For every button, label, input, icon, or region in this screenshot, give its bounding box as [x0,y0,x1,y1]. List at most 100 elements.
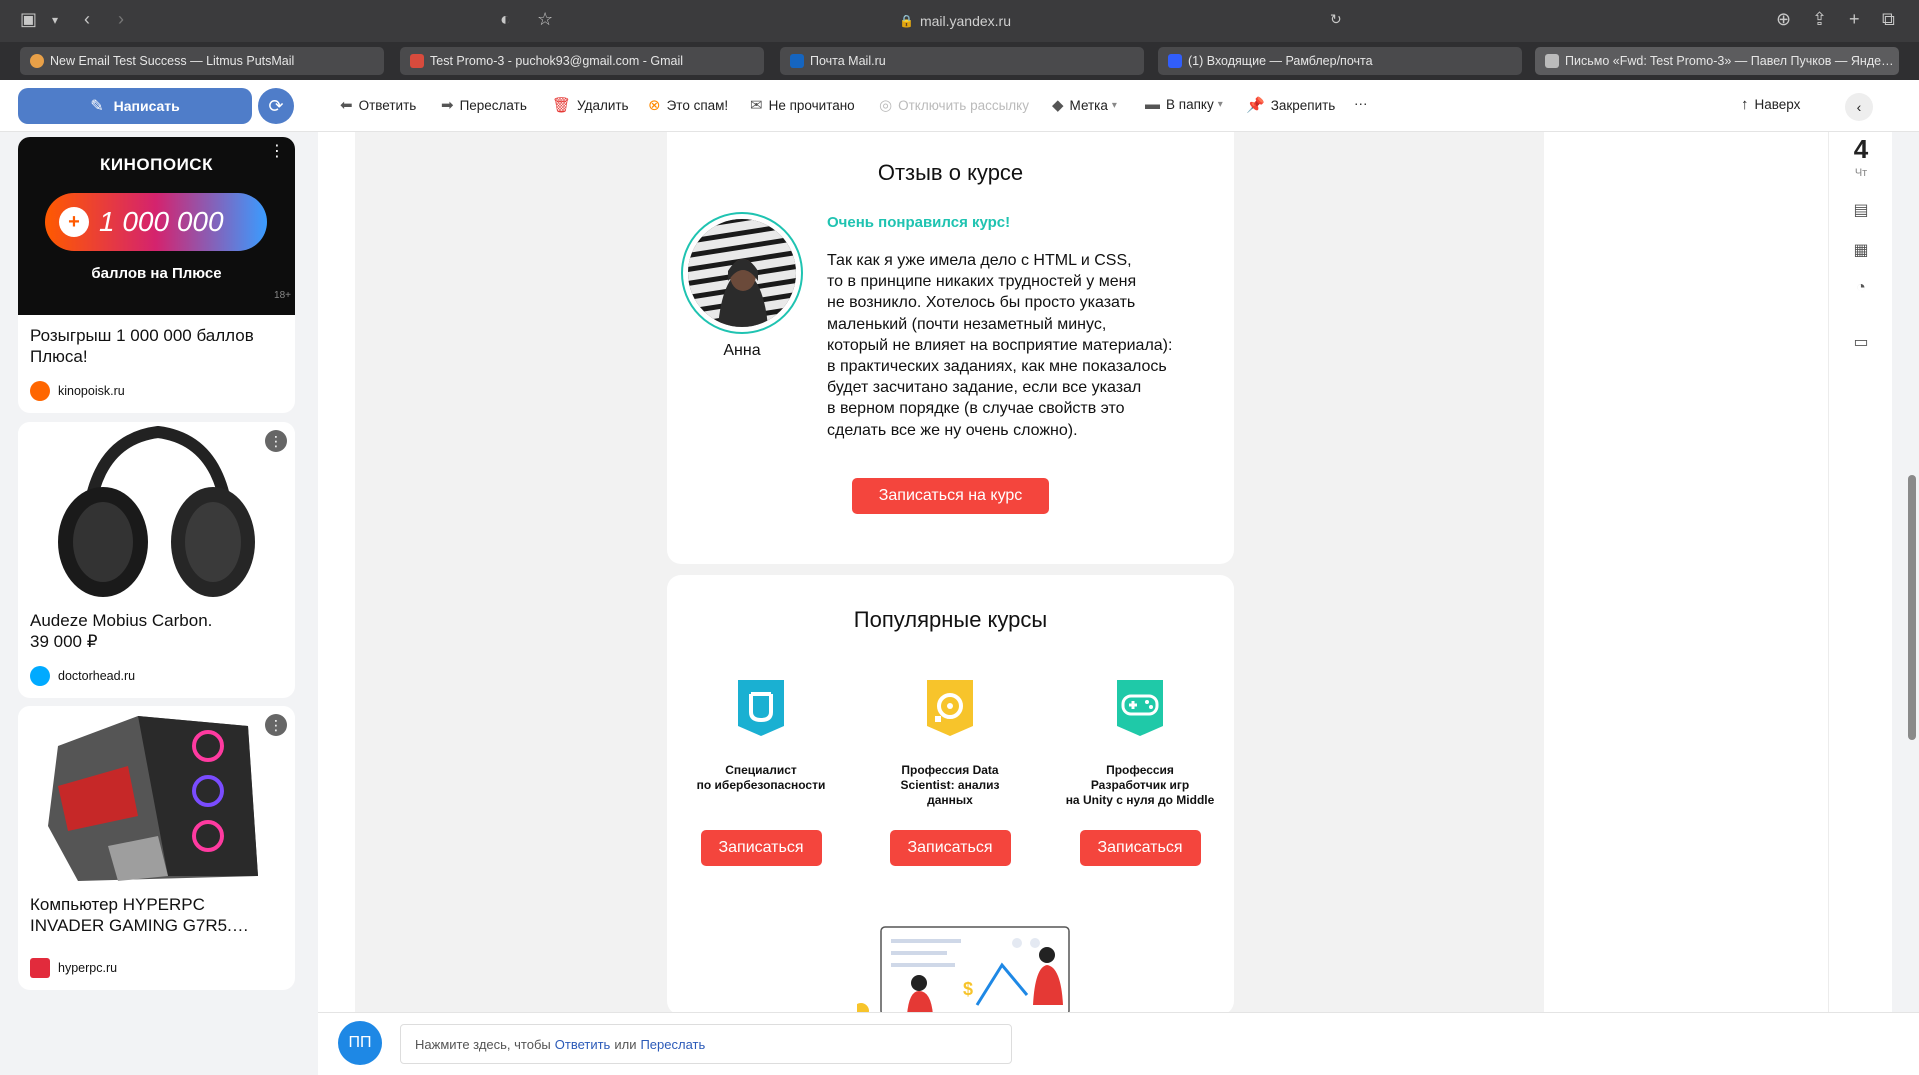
collapse-rail-button[interactable]: ‹ [1845,93,1873,121]
tab-litmus[interactable]: New Email Test Success — Litmus PutsMail [20,47,384,75]
shield-icon [738,680,784,736]
refresh-button[interactable]: ⟳ [258,88,294,124]
compose-button[interactable]: ✎ Написать [18,88,252,124]
reply-label: Ответить [358,97,417,113]
delete-button[interactable]: 🗑 Удалить [552,96,629,114]
reply-prefix: Нажмите здесь, чтобы [415,1036,551,1052]
ad-source[interactable]: doctorhead.ru [30,666,135,686]
ad-title[interactable]: Audeze Mobius Carbon. 39 000 ₽ [18,600,295,652]
folder-icon: ▬ [1145,96,1160,113]
review-card: Отзыв о курсе Анна Очень понравился курс… [667,132,1234,564]
spam-button[interactable]: ⊗ Это спам! [648,96,728,114]
ad-card[interactable]: ⋮ Компьютер HYPERPC INVADER GAMING G7R5.… [18,706,295,990]
popular-courses-card: Популярные курсы Специалист по ибербезоп… [667,575,1234,1015]
forward-link[interactable]: Переслать [640,1037,705,1052]
tab-mailru[interactable]: Почта Mail.ru [780,47,1144,75]
pin-button[interactable]: 📌 Закрепить [1246,96,1335,114]
enroll-button[interactable]: Записаться [889,830,1011,866]
calendar-day: Чт [1854,167,1868,179]
chevron-down-icon: ▾ [1111,99,1117,111]
doctorhead-logo-icon [30,666,50,686]
download-icon[interactable]: ⊕ [1776,9,1791,30]
camera-icon: ◎ [879,97,893,114]
quick-reply-input[interactable]: Нажмите здесь, чтобы Ответить или Пересл… [400,1024,1012,1064]
bookmark-star-icon[interactable]: ☆ [537,9,553,30]
address-bar[interactable]: 🔒 mail.yandex.ru [570,6,1340,36]
forward-label: Переслать [459,97,527,113]
ad-source[interactable]: hyperpc.ru [30,958,117,978]
tab-rambler[interactable]: (1) Входящие — Рамблер/почта [1158,47,1522,75]
back-icon[interactable]: ‹ [84,9,90,30]
delete-label: Удалить [577,97,629,113]
ad-title[interactable]: Розыгрыш 1 000 000 баллов Плюса! [18,315,295,367]
tasks-icon: ▭ [1853,334,1869,351]
tab-label: Почта Mail.ru [810,54,886,68]
more-button[interactable]: ··· [1354,96,1368,111]
pin-label: Закрепить [1270,97,1336,113]
forward-icon[interactable]: › [118,9,124,30]
notes-button[interactable]: ▤ [1845,194,1877,226]
tab-gmail[interactable]: Test Promo-3 - puchok93@gmail.com - Gmai… [400,47,764,75]
reply-arrow-icon: ⬅ [340,97,353,114]
reply-or: или [614,1036,637,1052]
reply-link[interactable]: Ответить [555,1037,611,1052]
review-lead: Очень понравился курс! [827,214,1011,231]
top-label: Наверх [1754,97,1801,112]
arrow-up-icon: ↑ [1741,96,1749,113]
analytics-illustration: $ [857,926,1070,1015]
calendar-date[interactable]: 4 [1829,134,1893,165]
chevron-down-icon[interactable]: ▾ [52,13,58,27]
reply-button[interactable]: ⬅ Ответить [340,96,416,114]
ad-image: КИНОПОИСК + 1 000 000 баллов на Плюсе 18… [18,137,295,315]
share-icon[interactable]: ⇪ [1812,9,1827,30]
envelope-icon: ✉ [750,97,763,114]
reviewer-avatar [681,212,803,334]
tab-yandex-mail[interactable]: Письмо «Fwd: Test Promo-3» — Павел Пучко… [1535,47,1899,75]
pie-chart-icon: ◔ [1856,279,1866,296]
forward-button[interactable]: ➡ Переслать [441,96,527,114]
ad-menu-icon[interactable]: ⋮ [265,714,287,736]
scroll-top-button[interactable]: ↑ Наверх [1741,96,1800,113]
course-name: Профессия Разработчик игр на Unity с нул… [1065,763,1215,807]
ad-source[interactable]: kinopoisk.ru [30,381,125,401]
forward-arrow-icon: ➡ [441,97,454,114]
enroll-button[interactable]: Записаться [700,830,822,866]
ad-menu-dots-icon[interactable]: ⋮ [269,141,285,161]
disk-button[interactable]: ◔ [1845,272,1877,304]
ad-card[interactable]: ⋮ Audeze Mobius Carbon. 39 000 ₽ doctorh… [18,422,295,698]
new-tab-icon[interactable]: + [1849,9,1860,30]
privacy-shield-icon[interactable]: ◐ [500,9,511,30]
mail-toolbar: ✎ Написать ⟳ ⬅ Ответить ➡ Переслать 🗑 Уд… [0,80,1919,132]
enroll-course-button[interactable]: Записаться на курс [852,478,1049,514]
tab-overview-icon[interactable]: ⧉ [1882,9,1895,30]
ads-column: КИНОПОИСК + 1 000 000 баллов на Плюсе 18… [0,132,318,1075]
tasks-button[interactable]: ▭ [1845,326,1877,358]
right-rail: 4 Чт ▤ ▦ ◔ ▭ [1828,132,1892,1012]
tab-label: (1) Входящие — Рамблер/почта [1188,54,1373,68]
pencil-icon: ✎ [90,98,104,115]
reviewer-photo-image [688,219,796,327]
sidebar-toggle-icon[interactable]: ▣ [20,9,37,30]
reload-icon[interactable]: ↻ [1330,11,1342,28]
ad-source-label: hyperpc.ru [58,961,118,975]
user-avatar[interactable]: ПП [338,1021,382,1065]
litmus-favicon-icon [30,54,44,68]
course-item: Профессия Data Scientist: анализ данных … [860,680,1040,866]
folder-label: В папку [1166,97,1214,112]
enroll-button[interactable]: Записаться [1079,830,1201,866]
course-item: Специалист по ибербезопасности Записатьс… [671,680,851,866]
ad-title[interactable]: Компьютер HYPERPC INVADER GAMING G7R5.… [18,884,295,936]
mark-unread-button[interactable]: ✉ Не прочитано [750,96,855,114]
ad-menu-icon[interactable]: ⋮ [265,430,287,452]
unsubscribe-label: Отключить рассылку [898,97,1029,113]
apps-button[interactable]: ▦ [1845,234,1877,266]
ad-banner-brand: КИНОПОИСК [100,155,213,174]
tag-icon: ◆ [1052,97,1064,114]
ad-card[interactable]: КИНОПОИСК + 1 000 000 баллов на Плюсе 18… [18,137,295,413]
chevron-down-icon: ▾ [1217,99,1223,110]
review-text: Так как я уже имела дело с HTML и CSS, т… [827,252,1173,439]
move-to-folder-button[interactable]: ▬ В папку ▾ [1145,96,1223,113]
page-scrollbar[interactable] [1908,475,1916,740]
label-button[interactable]: ◆ Метка ▾ [1052,96,1117,114]
unsubscribe-button[interactable]: ◎ Отключить рассылку [879,96,1029,114]
